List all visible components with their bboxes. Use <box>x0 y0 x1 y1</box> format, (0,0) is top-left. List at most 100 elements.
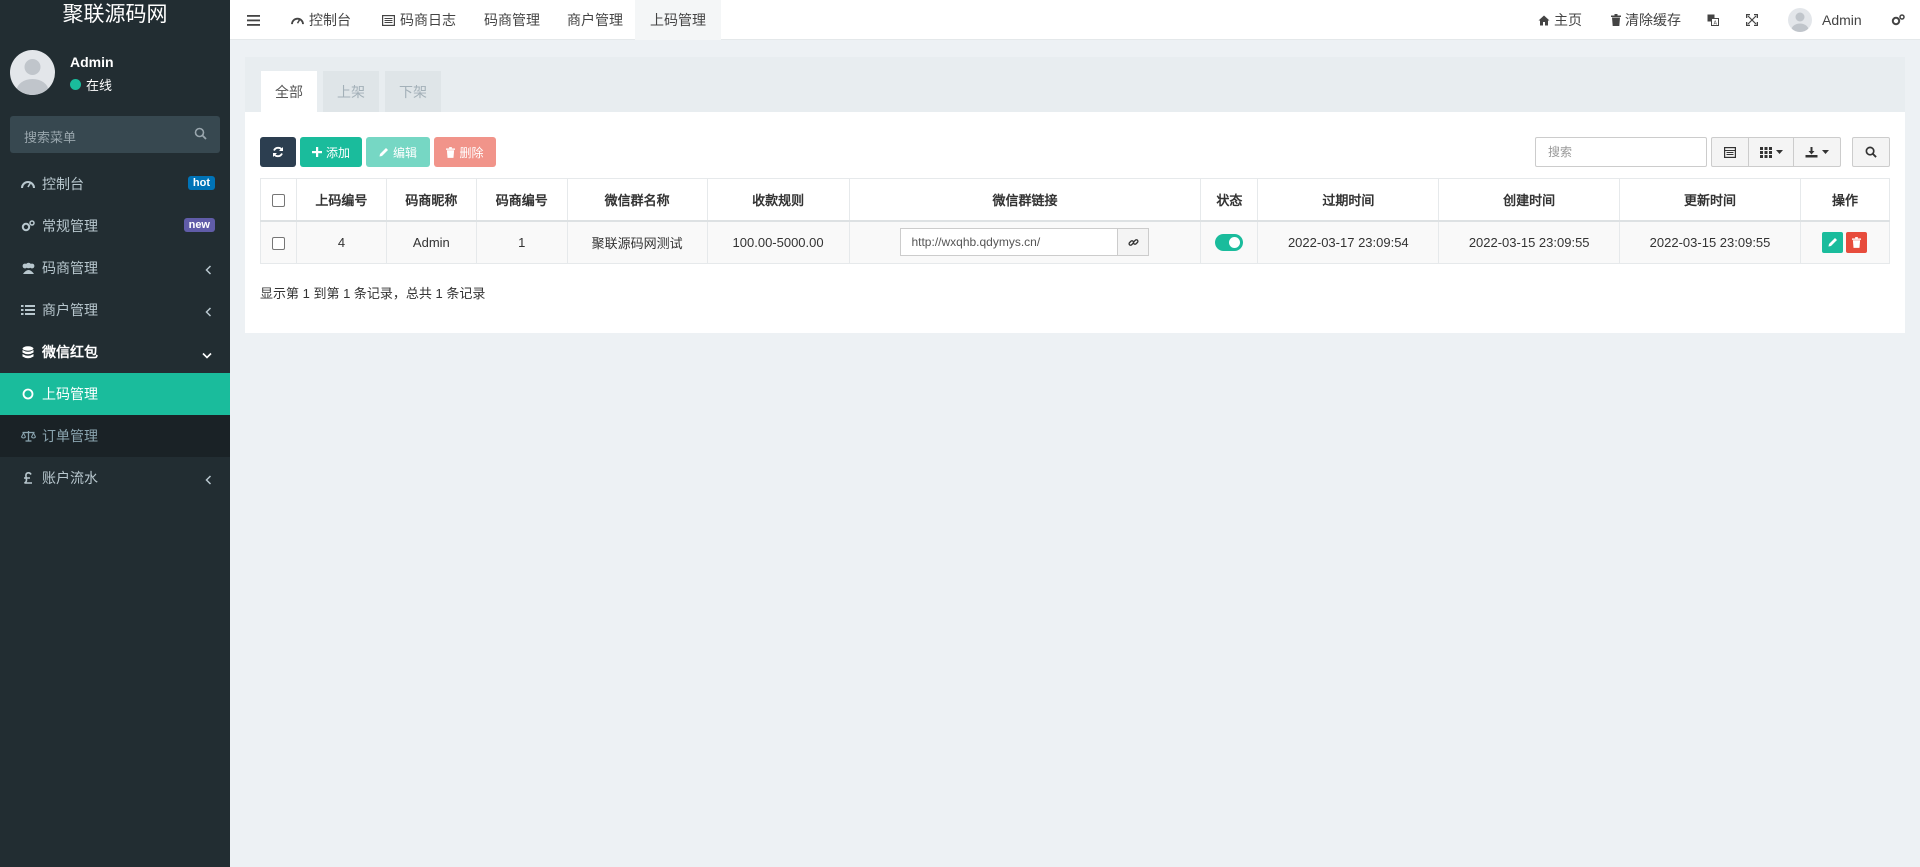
fullscreen-button[interactable] <box>1746 0 1758 40</box>
sidebar-toggle-button[interactable] <box>247 0 260 40</box>
select-all-checkbox[interactable] <box>271 193 285 207</box>
table-options <box>1711 137 1841 167</box>
advanced-search-button[interactable] <box>1852 137 1890 167</box>
cell-merchant-no: 1 <box>475 220 568 264</box>
status-toggle[interactable] <box>1215 233 1244 251</box>
add-button[interactable]: 添加 <box>300 137 362 167</box>
trash-icon <box>446 146 456 158</box>
table-search-input[interactable]: 搜索 <box>1535 137 1707 167</box>
menu-search-placeholder: 搜索菜单 <box>24 130 77 145</box>
pencil-icon <box>379 147 389 157</box>
column-header[interactable]: 码商编号 <box>475 178 568 222</box>
circle-icon <box>20 388 36 400</box>
trash-icon <box>1611 14 1621 26</box>
sidebar-item-label: 账户流水 <box>42 470 98 486</box>
cell-nickname: Admin <box>385 220 477 264</box>
menu-search-input[interactable]: 搜索菜单 <box>10 116 220 153</box>
tab-dashboard[interactable]: 控制台 <box>291 0 351 40</box>
table-icon <box>1724 146 1736 158</box>
admin-user-menu[interactable]: Admin <box>1788 0 1862 40</box>
sidebar-menu: 控制台 hot 常规管理 new 码商管理 商户管理 微信红包 上码管理 订单管… <box>0 163 230 499</box>
panel-tabs: 全部 上架 下架 <box>245 57 1905 112</box>
row-edit-button[interactable] <box>1822 231 1844 253</box>
clear-cache-button[interactable]: 清除缓存 <box>1611 0 1681 40</box>
tab-merchant-log[interactable]: 码商日志 <box>382 0 456 40</box>
cell-updated: 2022-03-15 23:09:55 <box>1619 220 1801 264</box>
tab-code-merchant[interactable]: 码商管理 <box>484 0 540 40</box>
link-input-group: http://wxqhb.qdymys.cn/ <box>900 228 1150 257</box>
search-icon <box>1865 146 1877 158</box>
gbp-icon <box>20 472 36 484</box>
cogs-icon <box>20 220 36 232</box>
table-row[interactable]: 4 Admin 1 聚联源码网测试 100.00-5000.00 http://… <box>260 220 1891 264</box>
refresh-button[interactable] <box>260 137 296 167</box>
user-name: Admin <box>70 54 114 70</box>
sidebar-item-label: 微信红包 <box>42 344 98 360</box>
database-icon <box>20 345 36 359</box>
refresh-icon <box>272 146 284 158</box>
edit-button[interactable]: 编辑 <box>366 137 430 167</box>
column-header[interactable]: 上码编号 <box>295 178 387 222</box>
column-header[interactable]: 过期时间 <box>1257 178 1440 222</box>
admin-name: Admin <box>1822 12 1862 28</box>
language-button[interactable]: A <box>1707 0 1719 40</box>
home-link[interactable]: 主页 <box>1538 0 1582 40</box>
brand-logo[interactable]: 聚联源码网 <box>0 0 230 32</box>
th-icon <box>1759 146 1772 158</box>
pencil-icon <box>1828 237 1838 247</box>
sidebar-item-wechat-redpacket[interactable]: 微信红包 <box>0 331 230 373</box>
sidebar-item-label: 订单管理 <box>42 428 98 444</box>
sidebar-item-label: 控制台 <box>42 176 84 192</box>
sidebar-item-merchant[interactable]: 商户管理 <box>0 289 230 331</box>
plus-icon <box>311 147 322 157</box>
cogs-icon <box>1891 14 1905 26</box>
online-dot-icon <box>70 79 81 90</box>
toolbar: 添加 编辑 删除 <box>260 137 496 167</box>
list-icon <box>20 304 36 316</box>
toggle-view-button[interactable] <box>1711 137 1749 167</box>
caret-down-icon <box>1822 150 1829 154</box>
edit-label: 编辑 <box>392 145 417 160</box>
sidebar-item-upload-code[interactable]: 上码管理 <box>0 373 230 415</box>
sidebar-item-orders[interactable]: 订单管理 <box>0 415 230 457</box>
sidebar-item-account-flow[interactable]: 账户流水 <box>0 457 230 499</box>
column-header[interactable]: 创建时间 <box>1438 178 1621 222</box>
tab-on-shelf[interactable]: 上架 <box>323 71 379 112</box>
top-navbar: 控制台 码商日志 码商管理 商户管理 上码管理 主页 清除缓存 A Admin <box>230 0 1920 40</box>
new-badge: new <box>183 218 215 232</box>
download-icon <box>1805 146 1818 158</box>
column-header[interactable]: 码商昵称 <box>385 178 477 222</box>
row-delete-button[interactable] <box>1846 231 1868 253</box>
row-checkbox[interactable] <box>271 236 285 250</box>
caret-down-icon <box>1775 150 1783 154</box>
select-all-cell <box>260 178 297 222</box>
group-link-input[interactable]: http://wxqhb.qdymys.cn/ <box>900 228 1119 257</box>
column-header[interactable]: 微信群名称 <box>566 178 708 222</box>
avatar <box>1788 8 1812 32</box>
clear-cache-label: 清除缓存 <box>1625 12 1681 28</box>
sidebar-item-dashboard[interactable]: 控制台 hot <box>0 163 230 205</box>
column-header[interactable]: 更新时间 <box>1619 178 1801 222</box>
column-header[interactable]: 状态 <box>1200 178 1259 222</box>
delete-button[interactable]: 删除 <box>434 137 496 167</box>
settings-button[interactable] <box>1891 0 1905 40</box>
cell-actions <box>1799 220 1891 264</box>
open-link-button[interactable] <box>1118 228 1150 257</box>
balance-scale-icon <box>20 430 36 442</box>
sidebar-item-code-merchant[interactable]: 码商管理 <box>0 247 230 289</box>
column-header[interactable]: 收款规则 <box>706 178 850 222</box>
column-header[interactable]: 微信群链接 <box>848 178 1202 222</box>
list-alt-icon <box>382 14 395 26</box>
tab-merchant[interactable]: 商户管理 <box>567 0 623 40</box>
tab-all[interactable]: 全部 <box>261 71 317 112</box>
search-icon[interactable] <box>194 127 207 140</box>
avatar <box>10 50 55 95</box>
export-dropdown-button[interactable] <box>1793 137 1841 167</box>
dashboard-icon <box>291 15 304 26</box>
tab-upload-code[interactable]: 上码管理 <box>635 0 721 40</box>
tab-label: 商户管理 <box>567 12 623 28</box>
column-header: 操作 <box>1799 178 1891 222</box>
columns-dropdown-button[interactable] <box>1748 137 1794 167</box>
tab-off-shelf[interactable]: 下架 <box>385 71 441 112</box>
sidebar-item-general[interactable]: 常规管理 new <box>0 205 230 247</box>
